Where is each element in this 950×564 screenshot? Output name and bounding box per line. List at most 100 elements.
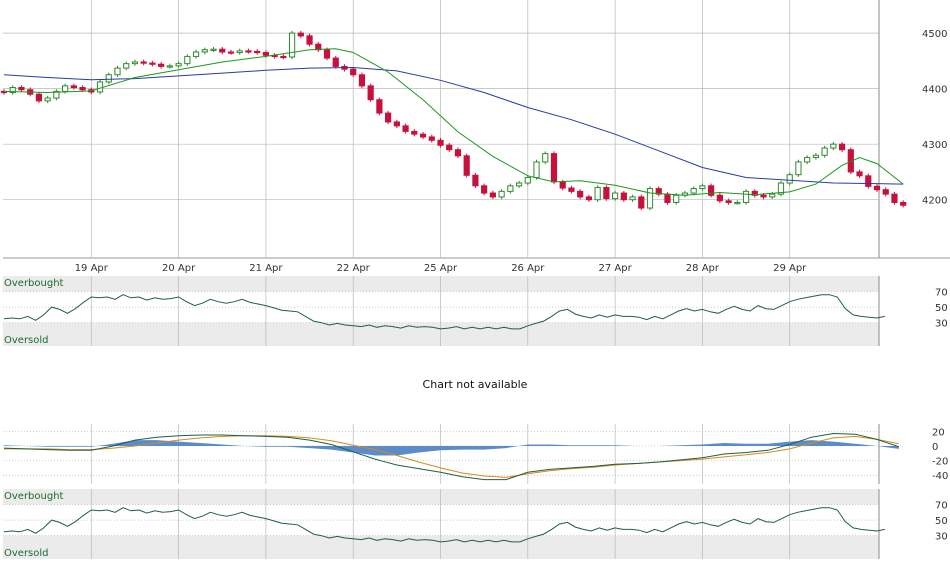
candle-up bbox=[830, 143, 837, 149]
candle-down bbox=[638, 196, 645, 209]
candle-up bbox=[123, 63, 130, 69]
candle-up bbox=[166, 65, 173, 68]
candle-up bbox=[542, 153, 549, 163]
candle-down bbox=[262, 52, 269, 56]
stock-chart-svg: Overbought Oversold Chart not available … bbox=[0, 0, 950, 559]
candle-down bbox=[332, 57, 339, 67]
candle-down bbox=[70, 85, 77, 89]
candle-down bbox=[559, 181, 566, 189]
candle-down bbox=[472, 174, 479, 187]
candle-down bbox=[446, 144, 453, 151]
candle-up bbox=[795, 161, 802, 176]
date-label: 19 Apr bbox=[75, 263, 109, 274]
candle-up bbox=[594, 186, 601, 201]
price-tick-label: 4400 bbox=[922, 85, 947, 96]
rsi-bottom-tick-label: 70 bbox=[935, 501, 948, 512]
stock-chart-screen: Overbought Oversold Chart not available … bbox=[0, 0, 950, 560]
candle-up bbox=[201, 49, 208, 53]
candle-down bbox=[358, 74, 366, 87]
macd-tick-label: -20 bbox=[932, 457, 948, 468]
candle-down bbox=[376, 99, 383, 114]
candle-down bbox=[838, 143, 846, 151]
candle-up bbox=[96, 81, 104, 93]
rsi-top-oversold-label: Oversold bbox=[4, 335, 49, 346]
date-label: 21 Apr bbox=[249, 263, 283, 274]
candle-up bbox=[62, 85, 69, 92]
candle-up bbox=[192, 51, 200, 57]
rsi-bottom-oversold-label: Oversold bbox=[4, 548, 49, 559]
candle-down bbox=[402, 125, 409, 132]
candle-up bbox=[612, 192, 619, 200]
rsi-top-tick-label: 30 bbox=[935, 319, 948, 330]
candle-up bbox=[821, 147, 828, 156]
candle-down bbox=[585, 196, 593, 201]
candle-up bbox=[742, 190, 750, 203]
candle-down bbox=[385, 112, 392, 123]
date-label: 20 Apr bbox=[162, 263, 196, 274]
candle-down bbox=[891, 193, 898, 203]
candle-down bbox=[454, 149, 462, 157]
candle-down bbox=[280, 55, 287, 59]
price-tick-label: 4500 bbox=[922, 29, 947, 40]
candle-down bbox=[297, 32, 304, 37]
candle-down bbox=[350, 68, 357, 76]
rsi-bottom-oversold-band bbox=[3, 535, 879, 559]
price-tick-label: 4300 bbox=[922, 140, 947, 151]
candle-up bbox=[804, 156, 811, 163]
rsi-top-tick-label: 70 bbox=[935, 288, 948, 299]
rsi-top-overbought-label: Overbought bbox=[4, 278, 64, 289]
candle-up bbox=[769, 193, 776, 198]
candle-up bbox=[734, 201, 741, 205]
candle-up bbox=[786, 174, 793, 184]
short-moving-average-line bbox=[3, 48, 904, 196]
rsi-bottom-tick-label: 50 bbox=[935, 516, 948, 527]
date-label: 25 Apr bbox=[424, 263, 458, 274]
rsi-bottom-tick-label: 30 bbox=[935, 532, 948, 543]
candle-down bbox=[856, 171, 863, 177]
candle-down bbox=[227, 51, 235, 54]
candle-down bbox=[716, 194, 723, 202]
candle-up bbox=[699, 185, 706, 190]
rsi-top-tick-label: 50 bbox=[935, 303, 948, 314]
candle-up bbox=[288, 32, 296, 58]
candle-down bbox=[568, 187, 575, 192]
rsi-top-oversold-band bbox=[3, 322, 879, 346]
candle-down bbox=[158, 63, 165, 67]
candle-down bbox=[245, 50, 252, 53]
candle-down bbox=[873, 185, 881, 191]
candle-down bbox=[323, 49, 331, 59]
candle-down bbox=[35, 93, 43, 102]
candle-up bbox=[210, 48, 217, 51]
candle-down bbox=[437, 139, 444, 146]
candle-up bbox=[114, 67, 121, 76]
candle-down bbox=[393, 121, 400, 127]
rsi-bottom-overbought-band bbox=[3, 489, 879, 505]
candle-down bbox=[725, 200, 732, 203]
rsi-bottom-overbought-label: Overbought bbox=[4, 491, 64, 502]
candle-up bbox=[131, 61, 139, 65]
candle-up bbox=[690, 188, 697, 194]
date-label: 22 Apr bbox=[337, 263, 371, 274]
candle-up bbox=[646, 188, 654, 209]
candle-up bbox=[105, 74, 112, 83]
candle-down bbox=[577, 190, 584, 198]
rsi-top-overbought-band bbox=[3, 276, 879, 292]
candle-down bbox=[620, 192, 627, 201]
candle-up bbox=[498, 190, 505, 198]
candle-up bbox=[515, 182, 523, 187]
candle-down bbox=[550, 153, 558, 183]
candle-down bbox=[419, 133, 427, 138]
candle-up bbox=[184, 55, 191, 65]
candle-down bbox=[306, 35, 313, 45]
candle-down bbox=[603, 186, 610, 200]
candle-up bbox=[44, 97, 51, 102]
long-moving-average-line bbox=[3, 66, 904, 185]
candle-down bbox=[367, 85, 374, 101]
date-label: 28 Apr bbox=[686, 263, 720, 274]
candle-down bbox=[219, 48, 226, 53]
candle-down bbox=[760, 194, 767, 198]
macd-tick-label: 0 bbox=[932, 442, 938, 453]
date-label: 27 Apr bbox=[598, 263, 632, 274]
candle-down bbox=[79, 87, 86, 91]
date-label: 26 Apr bbox=[511, 263, 545, 274]
